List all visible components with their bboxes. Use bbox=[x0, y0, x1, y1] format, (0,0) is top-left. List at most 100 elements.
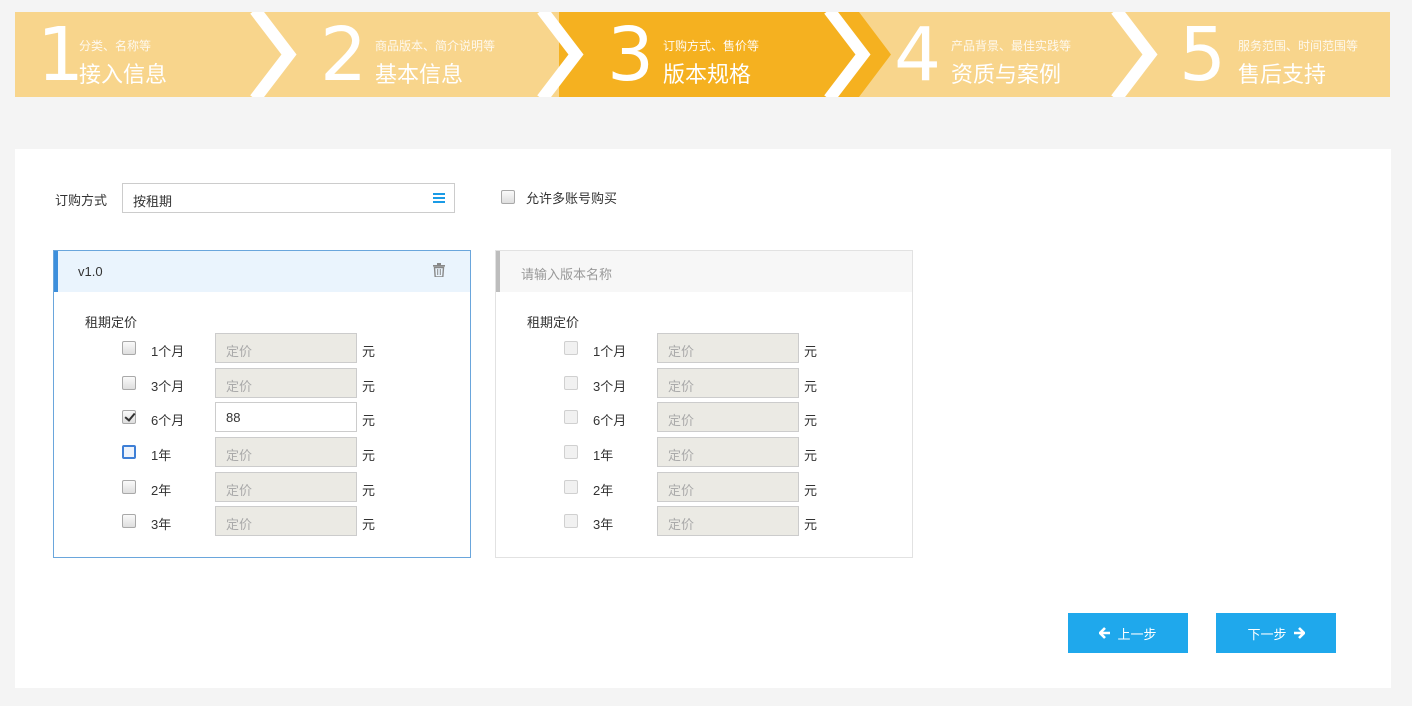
period-checkbox[interactable] bbox=[122, 445, 136, 459]
version-spec-panel: 订购方式 按租期 允许多账号购买 v1.0 租期定价 1个月 定价 元 3个月 bbox=[15, 149, 1391, 688]
period-checkbox[interactable] bbox=[564, 445, 578, 459]
arrow-right-icon bbox=[1293, 627, 1305, 639]
version-card-new: 请输入版本名称 租期定价 1个月 定价 元 3个月 定价 元 6个月 定价 元 … bbox=[495, 250, 913, 558]
pricing-row: 2年 定价 元 bbox=[496, 472, 912, 502]
period-label: 6个月 bbox=[593, 413, 627, 428]
price-input[interactable]: 定价 bbox=[657, 368, 799, 398]
rental-pricing-label: 租期定价 bbox=[85, 315, 138, 330]
price-input[interactable]: 定价 bbox=[215, 506, 357, 536]
period-checkbox[interactable] bbox=[564, 410, 578, 424]
currency-unit: 元 bbox=[362, 344, 376, 359]
period-label: 1个月 bbox=[593, 344, 627, 359]
price-input[interactable]: 定价 bbox=[215, 368, 357, 398]
period-checkbox[interactable] bbox=[122, 410, 136, 424]
step-number: 5 bbox=[1179, 12, 1227, 97]
price-input[interactable]: 88 bbox=[215, 402, 357, 432]
step-separator-4 bbox=[1111, 12, 1158, 97]
period-label: 1个月 bbox=[151, 344, 185, 359]
period-label: 3年 bbox=[151, 517, 172, 532]
version-name-input[interactable]: 请输入版本名称 bbox=[521, 264, 612, 283]
pricing-row: 1个月 定价 元 bbox=[54, 333, 470, 363]
pricing-row: 1年 定价 元 bbox=[496, 437, 912, 467]
arrow-left-icon bbox=[1099, 627, 1111, 639]
step-title: 版本规格 bbox=[663, 62, 752, 87]
period-label: 6个月 bbox=[151, 413, 185, 428]
step-subtitle: 产品背景、最佳实践等 bbox=[951, 39, 1072, 53]
rental-pricing-label: 租期定价 bbox=[527, 315, 580, 330]
pricing-row: 6个月 88 元 bbox=[54, 402, 470, 432]
wizard-steps: 1 分类、名称等 接入信息 2 商品版本、简介说明等 基本信息 3 订购方式、售… bbox=[15, 12, 1390, 97]
step-1[interactable]: 1 分类、名称等 接入信息 bbox=[15, 12, 255, 97]
version-card-header[interactable]: v1.0 bbox=[54, 251, 470, 292]
pricing-row: 3年 定价 元 bbox=[54, 506, 470, 536]
currency-unit: 元 bbox=[362, 413, 376, 428]
currency-unit: 元 bbox=[804, 379, 818, 394]
currency-unit: 元 bbox=[804, 448, 818, 463]
period-checkbox[interactable] bbox=[564, 514, 578, 528]
step-number: 4 bbox=[894, 12, 942, 97]
currency-unit: 元 bbox=[804, 517, 818, 532]
period-label: 3个月 bbox=[151, 379, 185, 394]
currency-unit: 元 bbox=[804, 483, 818, 498]
period-checkbox[interactable] bbox=[564, 341, 578, 355]
step-2[interactable]: 2 商品版本、简介说明等 基本信息 bbox=[302, 12, 542, 97]
pricing-row: 2年 定价 元 bbox=[54, 472, 470, 502]
version-card: v1.0 租期定价 1个月 定价 元 3个月 定价 元 6个月 88 元 1年 … bbox=[53, 250, 471, 558]
period-checkbox[interactable] bbox=[564, 376, 578, 390]
order-method-value: 按租期 bbox=[133, 194, 173, 209]
currency-unit: 元 bbox=[804, 413, 818, 428]
multi-account-label[interactable]: 允许多账号购买 bbox=[526, 188, 617, 207]
price-input[interactable]: 定价 bbox=[215, 333, 357, 363]
step-3[interactable]: 3 订购方式、售价等 版本规格 bbox=[589, 12, 829, 97]
step-subtitle: 分类、名称等 bbox=[79, 39, 152, 53]
period-checkbox[interactable] bbox=[122, 341, 136, 355]
step-number: 2 bbox=[320, 12, 368, 97]
step-title: 接入信息 bbox=[79, 62, 168, 87]
period-checkbox[interactable] bbox=[122, 480, 136, 494]
version-name[interactable]: v1.0 bbox=[78, 264, 103, 279]
next-step-button[interactable]: 下一步 bbox=[1216, 613, 1336, 653]
period-checkbox[interactable] bbox=[122, 514, 136, 528]
step-4[interactable]: 4 产品背景、最佳实践等 资质与案例 bbox=[876, 12, 1116, 97]
step-number: 3 bbox=[607, 12, 655, 97]
price-input[interactable]: 定价 bbox=[657, 402, 799, 432]
step-separator-1 bbox=[250, 12, 297, 97]
period-label: 3个月 bbox=[593, 379, 627, 394]
period-label: 1年 bbox=[151, 448, 172, 463]
order-method-select[interactable]: 按租期 bbox=[122, 183, 455, 213]
price-input[interactable]: 定价 bbox=[657, 506, 799, 536]
step-number: 1 bbox=[37, 12, 85, 97]
step-title: 资质与案例 bbox=[951, 62, 1062, 87]
multi-account-checkbox[interactable] bbox=[501, 190, 515, 204]
price-input[interactable]: 定价 bbox=[657, 437, 799, 467]
currency-unit: 元 bbox=[362, 448, 376, 463]
price-input[interactable]: 定价 bbox=[215, 472, 357, 502]
currency-unit: 元 bbox=[362, 517, 376, 532]
price-input[interactable]: 定价 bbox=[215, 437, 357, 467]
period-label: 1年 bbox=[593, 448, 614, 463]
step-subtitle: 订购方式、售价等 bbox=[663, 39, 760, 53]
period-label: 2年 bbox=[151, 483, 172, 498]
price-input[interactable]: 定价 bbox=[657, 472, 799, 502]
prev-step-label: 上一步 bbox=[1117, 626, 1157, 642]
period-checkbox[interactable] bbox=[122, 376, 136, 390]
currency-unit: 元 bbox=[362, 379, 376, 394]
order-method-label: 订购方式 bbox=[55, 193, 108, 208]
pricing-row: 6个月 定价 元 bbox=[496, 402, 912, 432]
currency-unit: 元 bbox=[804, 344, 818, 359]
pricing-row: 1年 定价 元 bbox=[54, 437, 470, 467]
period-label: 2年 bbox=[593, 483, 614, 498]
step-subtitle: 商品版本、简介说明等 bbox=[375, 39, 496, 53]
step-subtitle: 服务范围、时间范围等 bbox=[1238, 39, 1359, 53]
pricing-row: 1个月 定价 元 bbox=[496, 333, 912, 363]
list-menu-icon bbox=[433, 193, 445, 204]
step-separator-2 bbox=[537, 12, 584, 97]
price-input[interactable]: 定价 bbox=[657, 333, 799, 363]
trash-icon[interactable] bbox=[433, 263, 445, 277]
pricing-row: 3个月 定价 元 bbox=[54, 368, 470, 398]
version-card-header[interactable]: 请输入版本名称 bbox=[496, 251, 912, 292]
period-checkbox[interactable] bbox=[564, 480, 578, 494]
step-title: 基本信息 bbox=[375, 62, 464, 87]
prev-step-button[interactable]: 上一步 bbox=[1068, 613, 1188, 653]
step-5[interactable]: 5 服务范围、时间范围等 售后支持 bbox=[1163, 12, 1390, 97]
